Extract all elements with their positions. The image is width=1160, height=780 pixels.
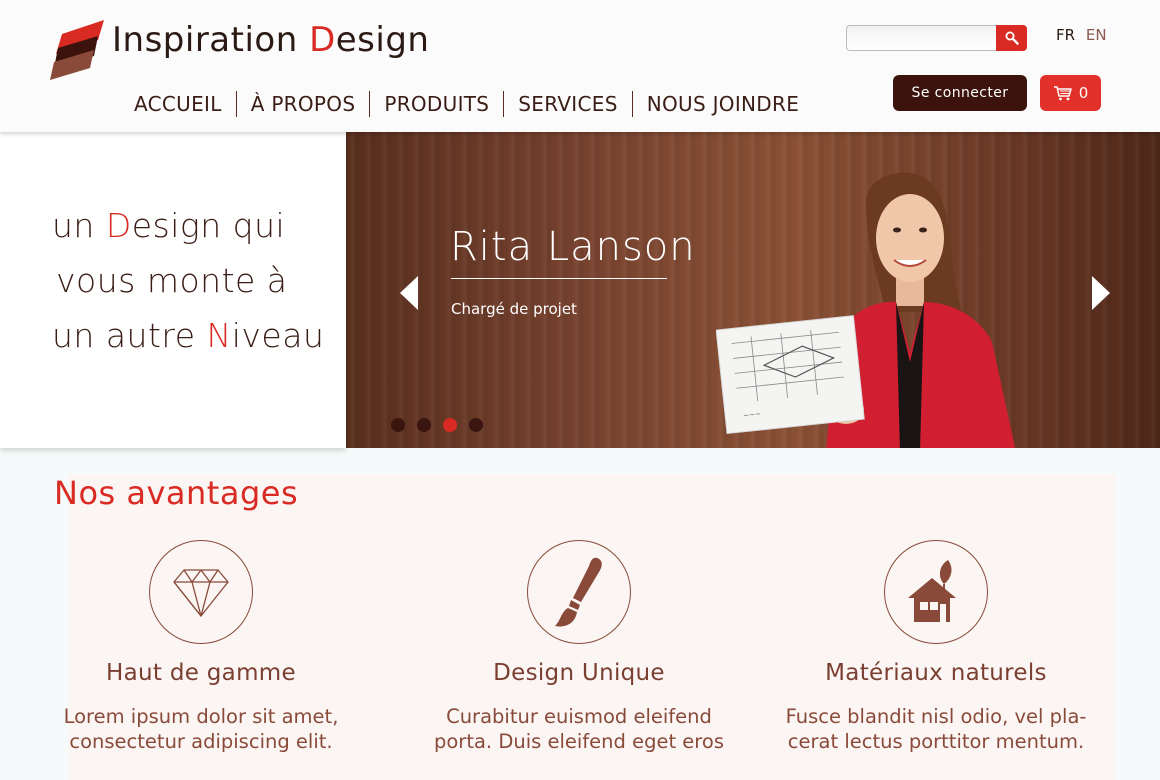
lang-en-link[interactable]: EN — [1086, 26, 1107, 44]
cart-icon — [1053, 86, 1072, 101]
language-switcher: FR EN — [1056, 26, 1107, 44]
advantage-text: Fusce blandit nisl odio, vel pla- cerat … — [766, 704, 1106, 754]
advantages-title: Nos avantages — [54, 474, 299, 512]
advantage-text: Curabitur euismod eleifend porta. Duis e… — [409, 704, 749, 754]
tagline-accent-letter: D — [105, 206, 132, 245]
slider-dot[interactable] — [417, 418, 431, 432]
eco-house-icon — [908, 560, 956, 622]
logo-text-main: Inspiration — [112, 20, 310, 60]
logo-icon — [50, 20, 104, 80]
tagline-line-1: un Design qui — [52, 206, 285, 245]
nav-item-nous-joindre[interactable]: NOUS JOINDRE — [633, 90, 813, 118]
advantage-title: Matériaux naturels — [825, 660, 1047, 686]
slider-pagination — [391, 418, 483, 432]
advantage-icon-circle — [884, 540, 988, 644]
tagline-line-2: vous monte à — [56, 261, 288, 300]
advantage-text-line: cerat lectus porttitor mentum. — [787, 730, 1085, 753]
logo-text-accent: D — [309, 20, 336, 60]
slide-person-image: ~~~ — [716, 172, 1016, 448]
tagline-text: iveau — [231, 316, 325, 355]
nav-item-a-propos[interactable]: À PROPOS — [237, 90, 370, 118]
nav-item-services[interactable]: SERVICES — [504, 90, 631, 118]
tagline-text: esign qui — [131, 206, 286, 245]
logo-text: Inspiration Design — [112, 20, 429, 60]
tagline-line-3: un autre Niveau — [52, 316, 324, 355]
cart-count: 0 — [1078, 84, 1089, 102]
advantage-title: Design Unique — [493, 660, 665, 686]
site-header: Inspiration Design ACCUEIL À PROPOS PROD… — [0, 0, 1160, 132]
nav-item-produits[interactable]: PRODUITS — [370, 90, 503, 118]
hero-slider: ~~~ Rita Lanson Chargé de projet — [346, 132, 1160, 448]
tagline-text: un — [52, 206, 106, 245]
search-box — [846, 25, 1027, 51]
advantage-text: Lorem ipsum dolor sit amet, consectetur … — [31, 704, 371, 754]
slider-prev-arrow[interactable] — [398, 274, 420, 312]
slide-role: Chargé de projet — [451, 300, 577, 318]
search-button[interactable] — [996, 25, 1027, 51]
login-button[interactable]: Se connecter — [893, 75, 1027, 111]
slide-name: Rita Lanson — [450, 224, 696, 270]
diamond-icon — [173, 569, 229, 617]
advantage-card: Design Unique Curabitur euismod eleifend… — [409, 540, 749, 754]
advantage-card: Matériaux naturels Fusce blandit nisl od… — [766, 540, 1106, 754]
lang-fr-link[interactable]: FR — [1056, 26, 1075, 44]
cart-button[interactable]: 0 — [1040, 75, 1101, 111]
advantage-icon-circle — [527, 540, 631, 644]
advantage-text-line: consectetur adipiscing elit. — [69, 730, 333, 753]
logo[interactable]: Inspiration Design — [48, 12, 429, 82]
tagline-panel: un Design qui vous monte à un autre Nive… — [0, 132, 346, 448]
logo-text-rest: esign — [335, 20, 430, 60]
advantage-text-line: Fusce blandit nisl odio, vel pla- — [785, 705, 1087, 728]
paintbrush-icon — [555, 557, 602, 627]
advantage-text-line: Curabitur euismod eleifend — [446, 705, 712, 728]
tagline-accent-letter: N — [206, 316, 232, 355]
slider-dot[interactable] — [469, 418, 483, 432]
nav-item-accueil[interactable]: ACCUEIL — [120, 90, 236, 118]
slide-divider — [451, 278, 667, 279]
main-nav: ACCUEIL À PROPOS PRODUITS SERVICES NOUS … — [120, 88, 813, 120]
advantage-text-line: porta. Duis eleifend eget eros — [434, 730, 724, 753]
search-input[interactable] — [846, 25, 998, 51]
tagline-text: un autre — [52, 316, 207, 355]
slider-dot-active[interactable] — [443, 418, 457, 432]
advantage-text-line: Lorem ipsum dolor sit amet, — [63, 705, 339, 728]
search-icon — [1005, 31, 1019, 45]
slider-dot[interactable] — [391, 418, 405, 432]
advantage-card: Haut de gamme Lorem ipsum dolor sit amet… — [31, 540, 371, 754]
advantage-title: Haut de gamme — [106, 660, 296, 686]
slider-next-arrow[interactable] — [1090, 274, 1112, 312]
advantage-icon-circle — [149, 540, 253, 644]
